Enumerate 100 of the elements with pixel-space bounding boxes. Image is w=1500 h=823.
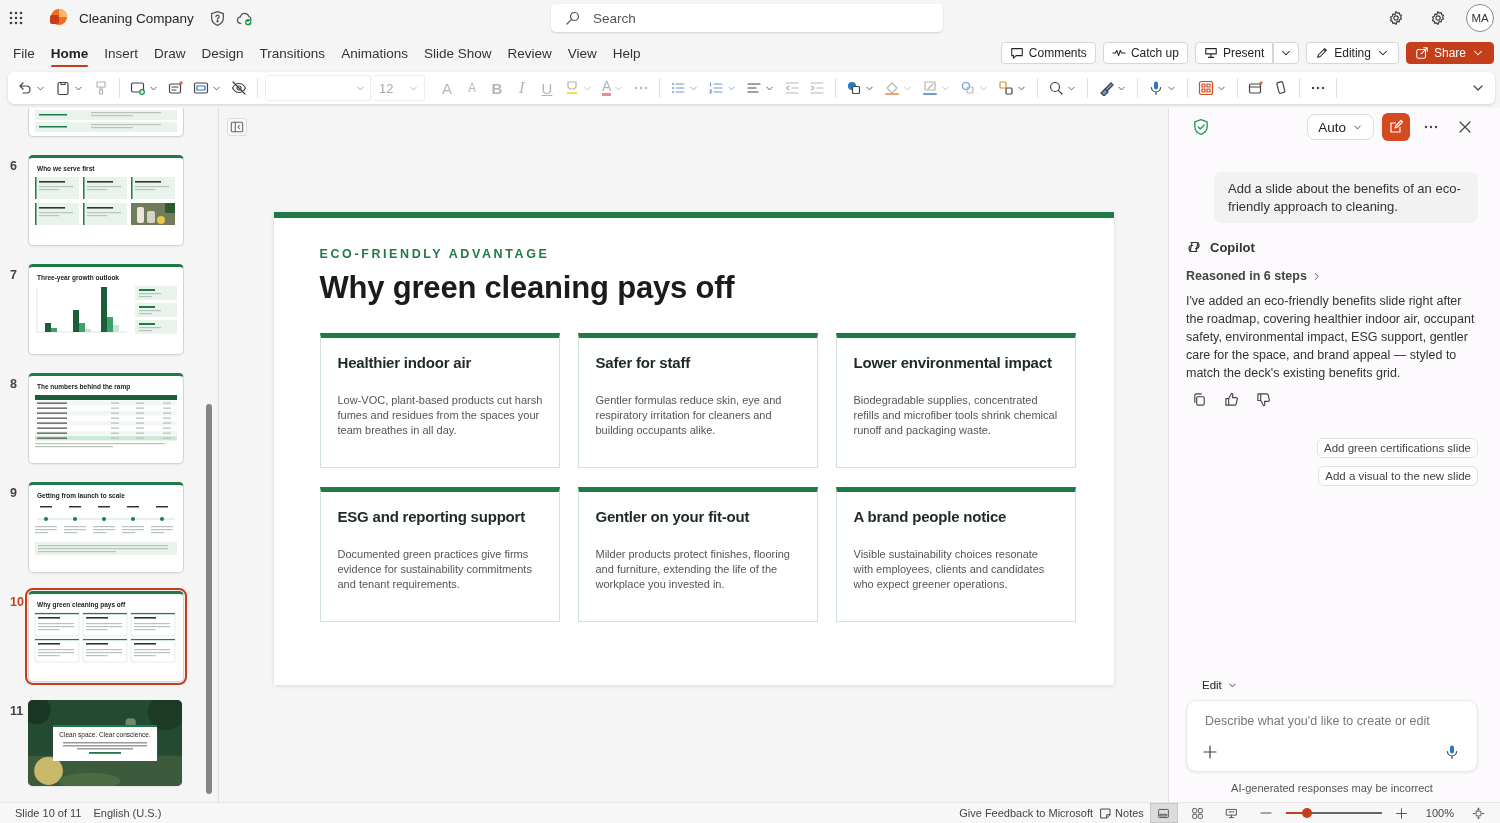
shape-fill-icon — [884, 80, 901, 96]
zoom-level[interactable]: 100% — [1425, 807, 1454, 819]
slide-counter: Slide 10 of 11 — [15, 807, 82, 819]
collapse-pane-button[interactable] — [227, 118, 247, 136]
ribbon-tab[interactable]: Animations — [333, 39, 416, 67]
slide-number: 6 — [9, 158, 18, 173]
clipboard-icon — [55, 80, 71, 96]
decrease-indent-icon — [784, 80, 801, 96]
grid-icon — [1191, 806, 1205, 820]
slide-title: Why green cleaning pays off — [319, 270, 736, 306]
settings-icon — [1430, 10, 1446, 26]
hide-slide-icon — [231, 80, 247, 96]
card-text: Biodegradable supplies, concentrated refills and microfiber tools shrink chemical runoff and packaging waste. — [853, 393, 1059, 438]
bullets-icon — [670, 80, 687, 96]
reuse-slides-icon — [1248, 80, 1265, 96]
prompt-field[interactable]: Describe what you'd like to create or edit — [1203, 713, 1477, 729]
undo-icon — [17, 80, 33, 96]
editing-mode-button[interactable]: Editing — [1306, 42, 1399, 64]
card-heading: Lower environmental impact — [853, 354, 1053, 371]
shape-effects-icon — [960, 80, 977, 96]
ribbon-tab[interactable]: Home — [42, 39, 97, 67]
ribbon-tab[interactable]: View — [559, 39, 605, 67]
card-text: Gentler formulas reduce skin, eye and respiratory irritation for cleaners and building occupants alike. — [595, 393, 783, 438]
ribbon-tab[interactable]: Review — [499, 39, 560, 67]
notes-button[interactable]: Notes — [1099, 806, 1144, 820]
card-heading: Healthier indoor air — [337, 354, 473, 371]
arrange-icon — [998, 80, 1015, 96]
pencil-icon — [1315, 46, 1330, 60]
projector-icon — [1203, 46, 1218, 60]
slide-number: 11 — [9, 703, 25, 718]
ribbon-tab[interactable]: Insert — [96, 39, 147, 67]
align-icon — [746, 80, 763, 96]
minus-icon — [1259, 812, 1272, 814]
thumbs-up-icon — [1223, 391, 1239, 407]
ribbon-tab[interactable]: Help — [604, 39, 649, 67]
search-field[interactable]: Search — [551, 4, 943, 32]
comment-icon — [1009, 46, 1024, 60]
card-heading: Gentler on your fit-out — [595, 508, 751, 525]
share-button[interactable]: Share — [1405, 42, 1494, 64]
copy-icon — [1191, 391, 1207, 407]
comments-button[interactable]: Comments — [1000, 42, 1096, 64]
layout-icon — [193, 80, 209, 96]
normal-view-button[interactable] — [1149, 803, 1178, 823]
ribbon-tab[interactable]: Design — [193, 39, 252, 67]
app-launcher-icon — [8, 10, 24, 26]
reasoning-toggle[interactable]: Reasoned in 6 steps — [1186, 269, 1322, 283]
document-title[interactable]: Cleaning Company — [79, 10, 194, 26]
slide-number: 8 — [9, 376, 18, 391]
ribbon-tab[interactable]: Slide Show — [415, 39, 500, 67]
app-logo[interactable] — [48, 8, 68, 28]
edit-mode-dropdown[interactable]: Edit — [1202, 679, 1238, 691]
panel-icon — [230, 120, 244, 134]
microphone-icon — [1444, 744, 1460, 760]
compose-icon — [1388, 119, 1404, 135]
slide-number: 10 — [9, 594, 25, 609]
slide-eyebrow: ECO-FRIENDLY ADVANTAGE — [319, 247, 551, 261]
card-text: Visible sustainability choices resonate with employees, clients and candidates who expect greener operations. — [853, 547, 1046, 592]
ribbon-tab[interactable]: Draw — [146, 39, 194, 67]
numbering-icon — [708, 80, 725, 96]
slide-number: 9 — [9, 485, 18, 500]
card-heading: ESG and reporting support — [337, 508, 526, 525]
card-heading: A brand people notice — [853, 508, 1008, 525]
language-button[interactable]: English (U.S.) — [93, 807, 162, 819]
presentation-icon — [1225, 806, 1239, 820]
suggestion-chip[interactable]: Add a visual to the new slide — [1318, 466, 1478, 486]
sensitivity-icon — [208, 9, 226, 27]
search-icon — [565, 10, 581, 26]
find-icon — [1048, 80, 1065, 96]
fit-icon — [1471, 806, 1485, 820]
suggestion-chip[interactable]: Add green certifications slide — [1316, 438, 1478, 458]
zoom-slider-thumb[interactable] — [1301, 808, 1312, 818]
designer-icon — [168, 80, 184, 96]
present-button[interactable]: Present — [1194, 42, 1274, 64]
ribbon-tab[interactable]: Transitions — [251, 39, 334, 67]
card-text: Documented green practices give firms evidence for sustainability commitments and tenant requirements. — [337, 547, 533, 592]
new-chat-button[interactable] — [1382, 113, 1410, 141]
scrollbar[interactable] — [206, 404, 212, 794]
close-icon — [1457, 119, 1473, 135]
slide-number: 7 — [9, 267, 18, 282]
add-ins-icon — [1198, 80, 1215, 96]
catch-up-button[interactable]: Catch up — [1102, 42, 1188, 64]
mode-dropdown[interactable]: Auto — [1307, 114, 1374, 140]
plus-icon — [1202, 744, 1218, 760]
user-avatar[interactable]: MA — [1466, 4, 1494, 32]
highlighter-icon — [564, 80, 580, 96]
card-heading: Safer for staff — [595, 354, 692, 371]
thumbs-down-icon — [1255, 391, 1271, 407]
settings-icon — [1388, 10, 1404, 26]
font-name-field[interactable] — [265, 75, 371, 101]
plus-icon — [1395, 806, 1409, 820]
shapes-icon — [846, 80, 863, 96]
new-slide-icon — [130, 80, 146, 96]
shield-check-icon — [1192, 118, 1210, 136]
ribbon-tab[interactable]: File — [5, 39, 43, 67]
feedback-link[interactable]: Give Feedback to Microsoft — [959, 807, 1094, 819]
sender-name: Copilot — [1210, 239, 1255, 255]
card-text: Low-VOC, plant-based products cut harsh fumes and residues from the spaces your team breathes in all day. — [337, 393, 544, 438]
user-message: Add a slide about the benefits of an eco-friendly approach to cleaning. — [1214, 172, 1478, 223]
note-icon — [1099, 806, 1113, 820]
format-painter-icon — [93, 80, 109, 96]
